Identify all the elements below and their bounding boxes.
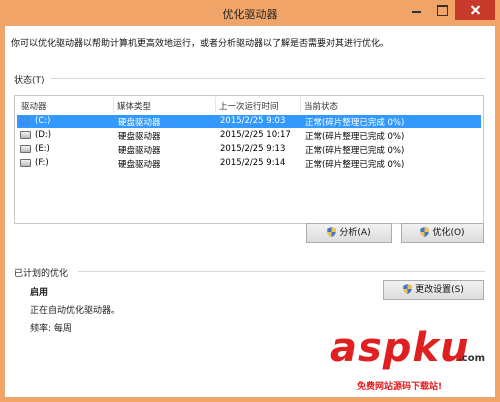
last-run-time: 2015/2/25 9:13 — [220, 144, 286, 154]
scheduled-optimization-label: 已计划的优化 — [14, 269, 69, 279]
optimize-drives-window: 优化驱动器 你可以优化驱动器以帮助计算机更高效地运行，或者分析驱动器以了解是否需… — [0, 0, 500, 402]
windows-drive-icon — [20, 116, 31, 127]
watermark-brand-text: aspku — [330, 325, 470, 371]
last-run-time: 2015/2/25 10:17 — [220, 130, 291, 140]
drive-row[interactable]: (F:) 硬盘驱动器 2015/2/25 9:14 正常(碎片整理已完成 0%) — [17, 157, 481, 170]
title-bar[interactable]: 优化驱动器 — [0, 0, 500, 26]
status-separator — [51, 78, 485, 79]
watermark-tld: .com — [458, 353, 486, 364]
media-type: 硬盘驱动器 — [118, 160, 161, 170]
shield-icon — [403, 284, 412, 294]
schedule-description: 正在自动优化驱动器。 — [30, 306, 121, 316]
watermark-tagline: 免费网站源码下载站! — [357, 382, 443, 392]
drive-name: (D:) — [35, 130, 52, 140]
drive-name: (E:) — [35, 144, 50, 154]
drive-name: (C:) — [35, 116, 51, 126]
drive-row[interactable]: (C:) 硬盘驱动器 2015/2/25 9:03 正常(碎片整理已完成 0%) — [17, 115, 481, 128]
hard-drive-icon — [20, 131, 31, 139]
media-type: 硬盘驱动器 — [118, 118, 161, 128]
current-status: 正常(碎片整理已完成 0%) — [305, 160, 405, 170]
watermark-brand: aspku — [330, 325, 470, 371]
drive-list-header: 驱动器 媒体类型 上一次运行时间 当前状态 — [15, 96, 483, 114]
column-header-current-status[interactable]: 当前状态 — [300, 97, 338, 113]
status-label: 状态(T) — [14, 76, 45, 86]
change-settings-button-label: 更改设置(S) — [415, 285, 464, 295]
column-header-media-type[interactable]: 媒体类型 — [113, 97, 151, 113]
drive-row[interactable]: (E:) 硬盘驱动器 2015/2/25 9:13 正常(碎片整理已完成 0%) — [17, 143, 481, 156]
scheduled-separator — [78, 271, 485, 272]
close-button[interactable] — [455, 0, 495, 20]
minimize-button[interactable] — [403, 0, 429, 20]
media-type: 硬盘驱动器 — [118, 146, 161, 156]
media-type: 硬盘驱动器 — [118, 132, 161, 142]
optimize-button-label: 优化(O) — [432, 228, 465, 238]
drive-row[interactable]: (D:) 硬盘驱动器 2015/2/25 10:17 正常(碎片整理已完成 0%… — [17, 129, 481, 142]
schedule-status: 启用 — [30, 288, 49, 298]
change-settings-button[interactable]: 更改设置(S) — [383, 280, 484, 300]
analyze-button[interactable]: 分析(A) — [306, 223, 392, 243]
current-status: 正常(碎片整理已完成 0%) — [305, 146, 405, 156]
schedule-frequency: 频率: 每周 — [30, 324, 72, 334]
intro-text: 你可以优化驱动器以帮助计算机更高效地运行，或者分析驱动器以了解是否需要对其进行优… — [11, 39, 390, 49]
current-status: 正常(碎片整理已完成 0%) — [305, 118, 405, 128]
hard-drive-icon — [20, 145, 31, 153]
aspku-watermark: aspku .com 免费网站源码下载站! — [330, 325, 500, 402]
maximize-button[interactable] — [429, 0, 455, 20]
shield-icon — [420, 227, 430, 237]
hard-drive-icon — [20, 159, 31, 167]
column-header-drive[interactable]: 驱动器 — [17, 100, 47, 112]
analyze-button-label: 分析(A) — [339, 228, 371, 238]
drive-name: (F:) — [35, 158, 49, 168]
last-run-time: 2015/2/25 9:14 — [220, 158, 286, 168]
last-run-time: 2015/2/25 9:03 — [220, 116, 286, 126]
current-status: 正常(碎片整理已完成 0%) — [305, 132, 405, 142]
column-header-last-run[interactable]: 上一次运行时间 — [215, 97, 279, 113]
shield-icon — [327, 227, 337, 237]
optimize-button[interactable]: 优化(O) — [401, 223, 484, 243]
drive-list[interactable]: 驱动器 媒体类型 上一次运行时间 当前状态 (C:) 硬盘驱动器 2015/2/… — [14, 95, 484, 224]
